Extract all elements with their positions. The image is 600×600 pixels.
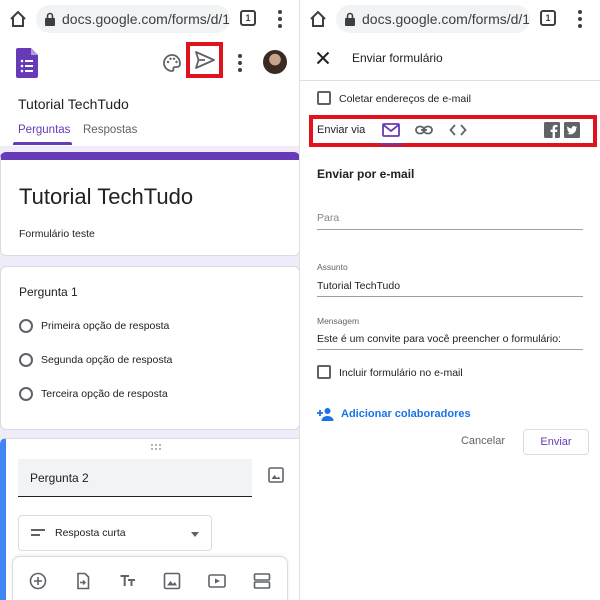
drag-handle-icon[interactable]: [150, 443, 162, 451]
to-field-underline: [317, 229, 583, 230]
link-icon[interactable]: [415, 122, 433, 138]
image-icon[interactable]: [268, 467, 284, 483]
cancel-button[interactable]: Cancelar: [452, 430, 514, 452]
form-title[interactable]: Tutorial TechTudo: [19, 184, 193, 210]
question-toolbar: [12, 556, 288, 600]
twitter-icon[interactable]: [564, 122, 580, 138]
message-label: Mensagem: [317, 316, 360, 326]
palette-icon[interactable]: [162, 53, 182, 73]
title-card[interactable]: Tutorial TechTudo Formulário teste: [0, 152, 300, 256]
active-tab-indicator: [13, 142, 72, 145]
tab-count-button[interactable]: 1: [540, 10, 556, 26]
tab-perguntas[interactable]: Perguntas: [18, 124, 70, 136]
include-form-label: Incluir formulário no e-mail: [339, 367, 463, 379]
question-title[interactable]: Pergunta 1: [19, 285, 78, 299]
radio-icon: [19, 353, 33, 367]
add-title-icon[interactable]: [119, 572, 137, 590]
tab-count-button[interactable]: 1: [240, 10, 256, 26]
email-icon[interactable]: [382, 122, 400, 138]
chevron-down-icon: [191, 532, 199, 537]
collect-emails-checkbox[interactable]: [317, 91, 331, 105]
subject-input[interactable]: Tutorial TechTudo: [317, 280, 400, 292]
home-icon[interactable]: [308, 9, 328, 29]
import-questions-icon[interactable]: [74, 572, 92, 590]
more-vert-icon[interactable]: [238, 54, 242, 72]
lock-icon: [345, 12, 355, 26]
subject-label: Assunto: [317, 262, 348, 272]
form-description[interactable]: Formulário teste: [19, 228, 95, 240]
message-field-underline: [317, 349, 583, 350]
send-icon[interactable]: [194, 50, 216, 70]
add-image-icon[interactable]: [163, 572, 181, 590]
short-answer-icon: [31, 529, 45, 539]
divider: [300, 80, 600, 81]
form-editor-pane: docs.google.com/forms/d/1UY 1 Tutorial T…: [0, 0, 300, 600]
forms-logo-icon: [16, 48, 38, 78]
url-text: docs.google.com/forms/d/1UY: [62, 11, 230, 27]
facebook-icon[interactable]: [544, 122, 560, 138]
lock-icon: [45, 12, 55, 26]
dialog-title: Enviar formulário: [352, 51, 443, 65]
message-input[interactable]: Este é um convite para você preencher o …: [317, 333, 561, 345]
question-card[interactable]: Pergunta 1 Primeira opção de resposta Se…: [0, 266, 300, 430]
address-bar[interactable]: docs.google.com/forms/d/1UY: [336, 5, 530, 33]
url-text: docs.google.com/forms/d/1UY: [362, 11, 530, 27]
add-video-icon[interactable]: [208, 572, 226, 590]
question-title: Pergunta 2: [30, 471, 89, 485]
question-type-select[interactable]: Resposta curta: [18, 515, 212, 551]
form-name: Tutorial TechTudo: [18, 96, 129, 112]
radio-icon: [19, 319, 33, 333]
close-icon[interactable]: [316, 51, 330, 65]
avatar[interactable]: [263, 50, 287, 74]
question-type-label: Resposta curta: [55, 527, 126, 539]
collect-emails-label: Coletar endereços de e-mail: [339, 93, 471, 105]
to-input[interactable]: Para: [317, 212, 339, 224]
address-bar[interactable]: docs.google.com/forms/d/1UY: [36, 5, 230, 33]
add-person-icon: [317, 408, 334, 421]
browser-menu-icon[interactable]: [278, 10, 282, 28]
subject-field-underline: [317, 296, 583, 297]
add-section-icon[interactable]: [253, 572, 271, 590]
send-via-label: Enviar via: [317, 124, 366, 136]
tab-respostas[interactable]: Respostas: [83, 124, 137, 136]
question-title-input[interactable]: Pergunta 2: [18, 459, 252, 497]
add-question-icon[interactable]: [29, 572, 47, 590]
section-title: Enviar por e-mail: [317, 167, 415, 181]
send-form-pane: docs.google.com/forms/d/1UY 1 Enviar for…: [300, 0, 600, 600]
send-button[interactable]: Enviar: [523, 429, 589, 455]
option-label: Primeira opção de resposta: [41, 320, 170, 332]
embed-icon[interactable]: [449, 122, 467, 138]
option-label: Terceira opção de resposta: [41, 388, 168, 400]
browser-menu-icon[interactable]: [578, 10, 582, 28]
option-label: Segunda opção de resposta: [41, 354, 173, 366]
add-collaborators-label: Adicionar colaboradores: [341, 408, 471, 420]
include-form-checkbox[interactable]: [317, 365, 331, 379]
browser-toolbar: docs.google.com/forms/d/1UY 1: [300, 0, 600, 38]
home-icon[interactable]: [8, 9, 28, 29]
radio-icon: [19, 387, 33, 401]
active-tab-indicator: [380, 143, 402, 145]
browser-toolbar: docs.google.com/forms/d/1UY 1: [0, 0, 300, 38]
